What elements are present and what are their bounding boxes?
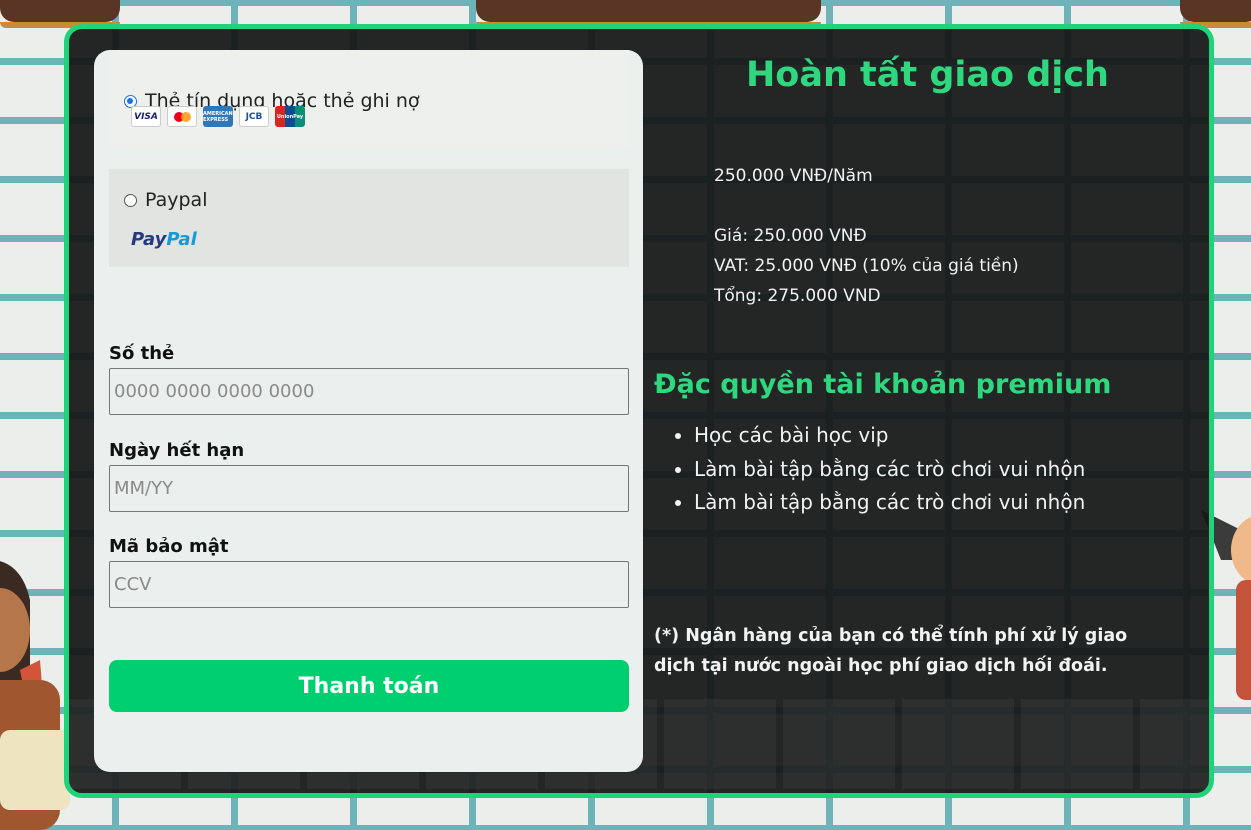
list-item: Học các bài học vip [694,419,1085,453]
expiry-label: Ngày hết hạn [109,440,245,461]
paypal-option[interactable]: Paypal PayPal [109,169,629,267]
price-summary: 250.000 VNĐ/Năm Giá: 250.000 VNĐ VAT: 25… [714,161,1019,311]
benefits-list: Học các bài học vip Làm bài tập bằng các… [654,419,1085,520]
mastercard-icon [167,106,197,127]
jcb-icon: JCB [239,106,269,127]
security-code-input[interactable] [109,561,629,608]
credit-card-option[interactable]: Thẻ tín dụng hoặc thẻ ghi nợ VISA AMERIC… [109,50,629,148]
premium-heading: Đặc quyền tài khoản premium [654,369,1112,400]
visa-icon: VISA [131,106,161,127]
paypal-radio-row[interactable]: Paypal [124,189,207,211]
payment-form-card: Thẻ tín dụng hoặc thẻ ghi nợ VISA AMERIC… [94,50,643,772]
paypal-label: Paypal [145,189,208,211]
checkout-panel: Thẻ tín dụng hoặc thẻ ghi nợ VISA AMERIC… [64,24,1214,798]
paypal-radio[interactable] [124,193,137,207]
roof-decoration [1180,0,1251,28]
expiry-input[interactable] [109,465,629,512]
list-item: Làm bài tập bằng các trò chơi vui nhộn [694,486,1085,520]
roof-decoration [476,0,821,28]
paypal-logo-icon: PayPal [131,229,197,250]
order-summary: Hoàn tất giao dịch 250.000 VNĐ/Năm Giá: … [654,29,1209,793]
roof-decoration [0,0,120,28]
student-character-illustration [0,561,70,830]
page-title: Hoàn tất giao dịch [746,55,1109,95]
card-brand-logos: VISA AMERICAN EXPRESS JCB UnionPay [131,106,305,127]
card-number-input[interactable] [109,368,629,415]
amex-icon: AMERICAN EXPRESS [203,106,233,127]
pay-button[interactable]: Thanh toán [109,660,629,712]
plan-price: 250.000 VNĐ/Năm [714,166,873,186]
list-item: Làm bài tập bằng các trò chơi vui nhộn [694,453,1085,487]
unionpay-icon: UnionPay [275,106,305,127]
total-price: Tổng: 275.000 VND [714,286,881,306]
security-code-label: Mã bảo mật [109,536,229,557]
vat-amount: VAT: 25.000 VNĐ (10% của giá tiền) [714,256,1019,276]
bank-fee-note: (*) Ngân hàng của bạn có thể tính phí xử… [654,626,1128,676]
card-number-label: Số thẻ [109,343,175,364]
base-price: Giá: 250.000 VNĐ [714,226,867,246]
